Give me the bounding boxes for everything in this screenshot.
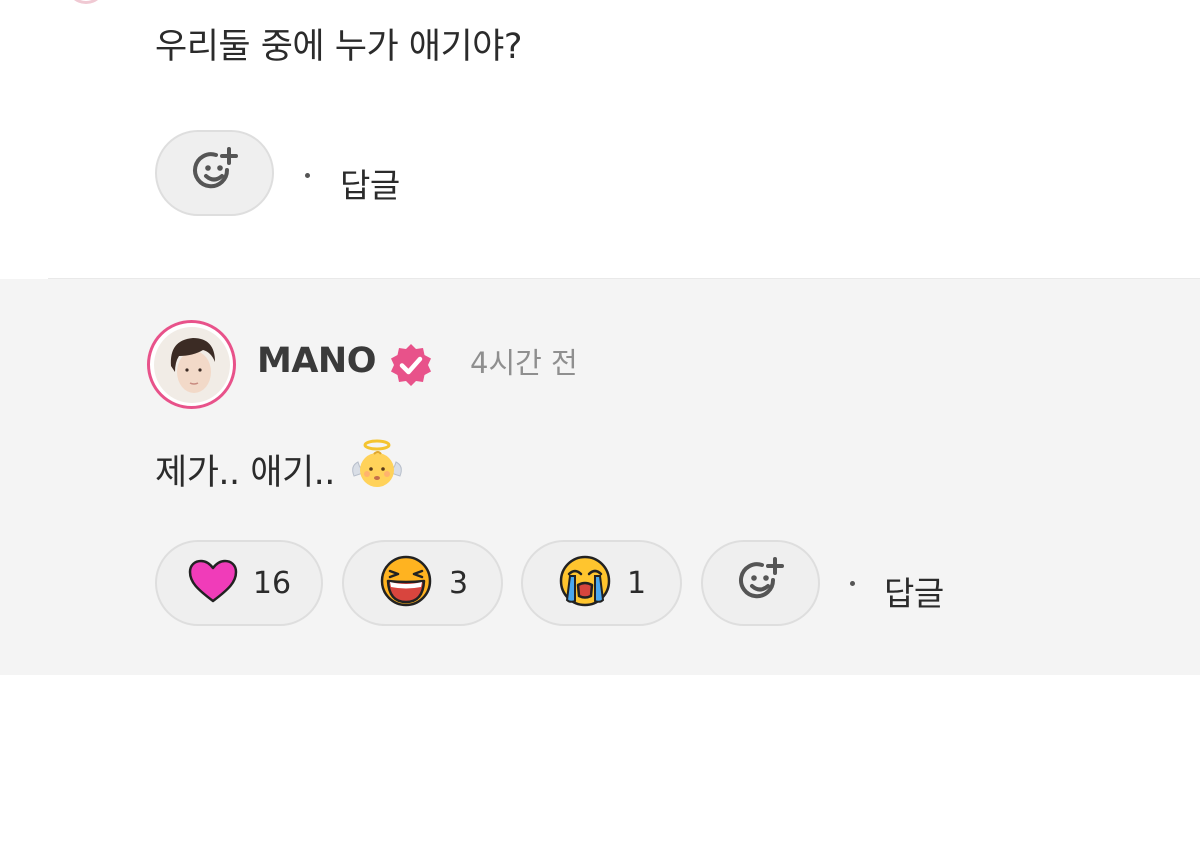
baby-angel-emoji [351, 439, 402, 487]
crying-face-icon [557, 554, 613, 612]
reply-add-reaction-button[interactable] [701, 540, 820, 626]
reaction-laugh-button[interactable]: 3 [342, 540, 503, 626]
reaction-count: 16 [252, 565, 292, 601]
add-reaction-icon [187, 143, 243, 203]
parent-avatar-edge [66, 0, 106, 4]
timestamp: 4시간 전 [470, 346, 578, 380]
reaction-count: 3 [448, 565, 469, 601]
reaction-cry-button[interactable]: 1 [521, 540, 682, 626]
heart-icon [187, 558, 239, 608]
laughing-face-icon [377, 554, 435, 612]
reply-comment: 제가.. 애기.. [155, 436, 406, 494]
verified-badge-icon [388, 342, 434, 392]
add-reaction-icon [733, 553, 789, 613]
parent-add-reaction-button[interactable] [155, 130, 274, 216]
parent-comment-text: 우리둘 중에 누가 애기야? [155, 27, 522, 67]
separator-dot [850, 581, 855, 586]
separator-dot [305, 173, 310, 178]
reply-link[interactable]: 답글 [884, 567, 944, 615]
reaction-count: 1 [626, 565, 647, 601]
reply-comment-text: 제가.. 애기.. [155, 453, 335, 493]
parent-reply-link[interactable]: 답글 [340, 159, 400, 207]
avatar[interactable] [147, 320, 236, 409]
avatar-photo [153, 326, 230, 403]
username[interactable]: MANO [257, 344, 376, 379]
reaction-heart-button[interactable]: 16 [155, 540, 323, 626]
